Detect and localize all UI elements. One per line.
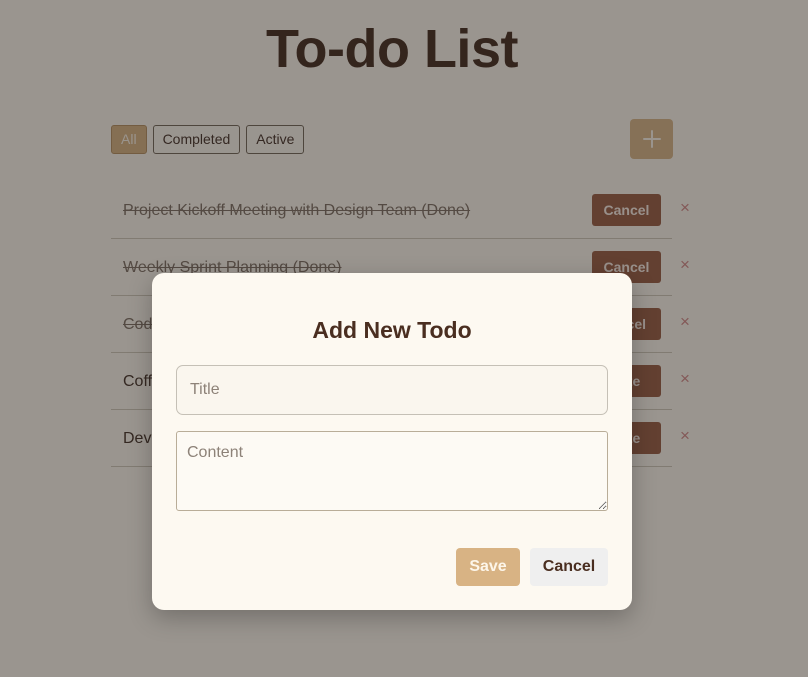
cancel-button[interactable]: Cancel [530, 548, 608, 586]
title-input[interactable] [176, 365, 608, 415]
modal-title: Add New Todo [312, 317, 472, 343]
content-textarea[interactable] [176, 431, 608, 511]
save-button[interactable]: Save [456, 548, 520, 586]
add-todo-modal: Add New Todo Save Cancel [152, 273, 632, 610]
